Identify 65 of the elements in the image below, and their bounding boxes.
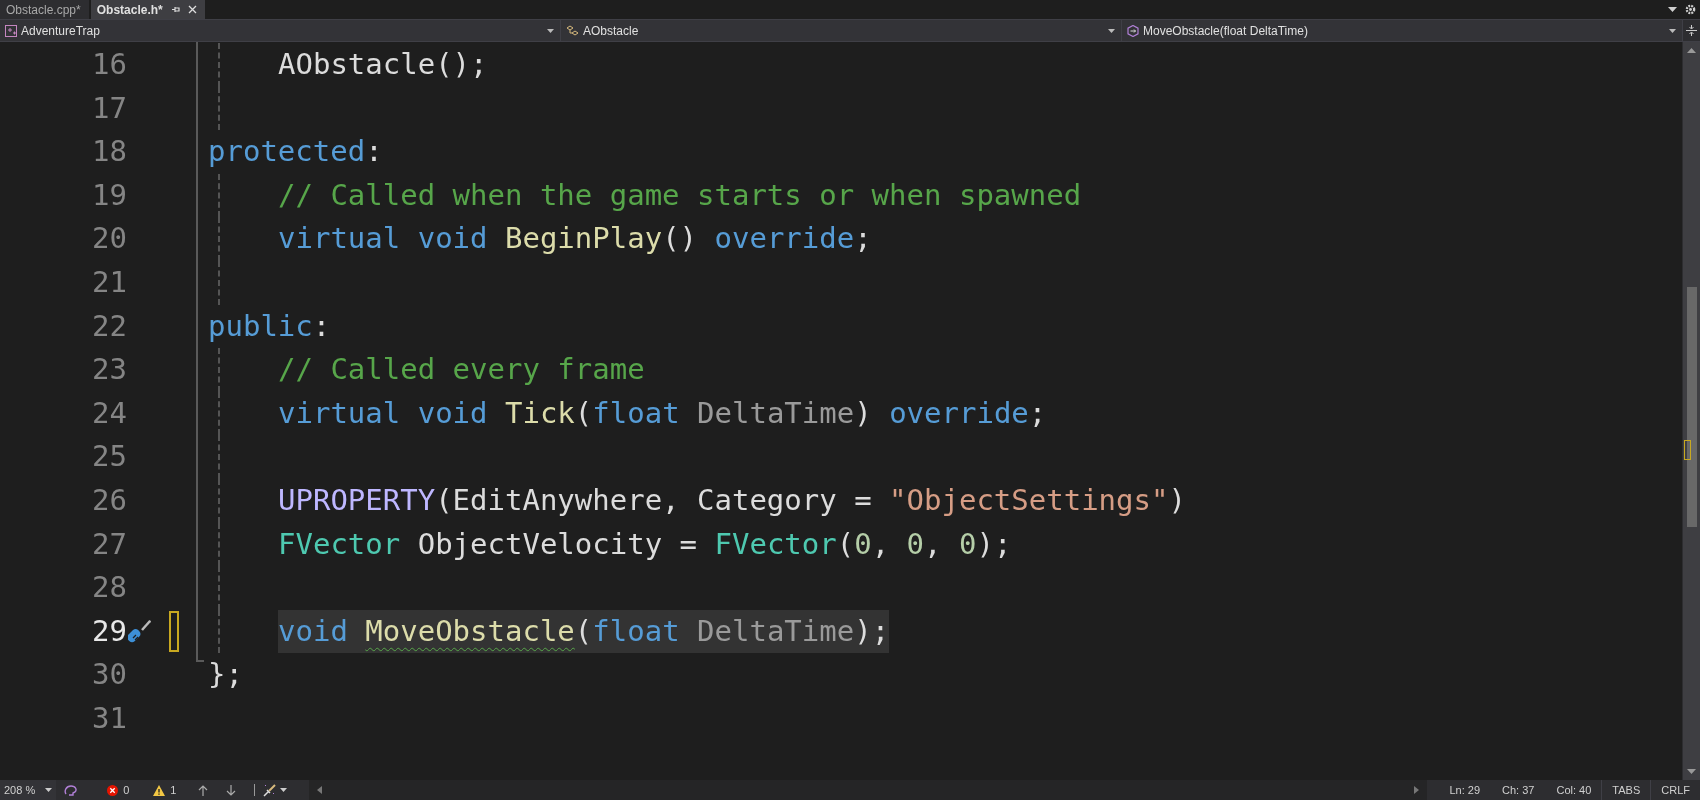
line-number: 24 [91, 394, 127, 432]
editor-tab[interactable]: Obstacle.cpp* [0, 0, 89, 19]
line-number: 30 [91, 656, 127, 694]
dropdown-caret-icon[interactable] [1669, 28, 1676, 33]
code-line: // Called when the game starts or when spawned [278, 176, 1082, 214]
settings-icon[interactable] [1685, 4, 1696, 15]
code-line: // Called every frame [278, 351, 645, 389]
line-number: 18 [91, 133, 127, 171]
vertical-scrollbar[interactable] [1682, 42, 1700, 780]
navigation-dropdown[interactable]: AdventureTrap [0, 20, 561, 41]
code-line: protected: [208, 133, 383, 171]
line-number: 27 [91, 525, 127, 563]
dropdown-caret-icon[interactable] [1668, 7, 1677, 12]
arrow-down-icon[interactable] [226, 784, 237, 796]
line-number: 25 [91, 438, 127, 476]
line-number: 20 [91, 220, 127, 258]
scroll-left-icon[interactable] [317, 786, 323, 794]
editor-tab[interactable]: Obstacle.h* [90, 0, 205, 19]
split-icon[interactable] [1686, 25, 1697, 36]
line-number: 17 [91, 89, 127, 127]
error-count[interactable]: 0 [107, 784, 130, 796]
code-line: AObstacle(); [278, 46, 488, 83]
class-icon [566, 24, 579, 37]
code-line: }; [208, 656, 243, 694]
caret-position-marker [1684, 440, 1691, 460]
pin-icon[interactable] [170, 5, 180, 14]
warning-icon [153, 784, 166, 796]
dropdown-caret-icon[interactable] [280, 788, 288, 792]
screwdriver-icon[interactable] [128, 618, 152, 645]
zoom-dropdown[interactable]: 208 % [0, 780, 57, 800]
char-position: Ch: 37 [1502, 784, 1535, 796]
line-number: 29 [91, 612, 127, 650]
line-number: 22 [91, 307, 127, 345]
line-number: 23 [91, 351, 127, 389]
warning-count[interactable]: 1 [153, 784, 177, 796]
dropdown-caret-icon[interactable] [547, 28, 554, 33]
dropdown-caret-icon[interactable] [1108, 28, 1115, 33]
dropdown-caret-icon[interactable] [45, 788, 53, 792]
code-line: public: [208, 307, 331, 345]
navigation-dropdown[interactable]: AObstacle [561, 20, 1122, 41]
project-icon [5, 24, 17, 37]
horizontal-scrollbar[interactable] [309, 780, 1428, 800]
line-number: 19 [91, 176, 127, 214]
arrow-up-icon[interactable] [198, 784, 209, 796]
scrollbar-thumb[interactable] [1687, 287, 1697, 527]
column-position: Col: 40 [1556, 784, 1592, 796]
line-number: 16 [91, 46, 127, 83]
close-icon[interactable] [187, 5, 197, 14]
line-number: 21 [91, 263, 127, 301]
scroll-up-icon[interactable] [1687, 48, 1696, 53]
code-line: virtual void BeginPlay() override; [278, 220, 872, 258]
line-number: 28 [91, 569, 127, 607]
method-icon [1127, 24, 1139, 37]
brush-icon[interactable] [263, 783, 277, 797]
scroll-down-icon[interactable] [1687, 769, 1696, 774]
scroll-right-icon[interactable] [1414, 786, 1420, 794]
code-line: FVector ObjectVelocity = FVector(0, 0, 0); [278, 525, 1012, 563]
error-icon [107, 784, 119, 796]
brain-icon[interactable] [64, 784, 78, 796]
line-number: 31 [91, 699, 127, 737]
code-line: virtual void Tick(float DeltaTime) override; [278, 394, 1047, 432]
line-number: 26 [91, 481, 127, 519]
navigation-dropdown[interactable]: MoveObstacle(float DeltaTime) [1122, 20, 1683, 41]
line-position: Ln: 29 [1449, 784, 1481, 796]
code-line: UPROPERTY(EditAnywhere, Category = "ObjectSettings") [278, 481, 1186, 519]
